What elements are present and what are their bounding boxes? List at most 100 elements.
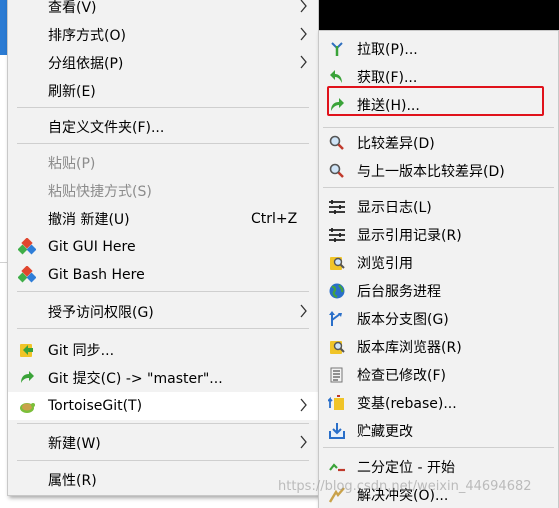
submenu-item-diff-previous[interactable]: 与上一版本比较差异(D) bbox=[319, 157, 558, 185]
repo-browser-icon bbox=[330, 341, 345, 354]
menu-separator bbox=[323, 447, 554, 448]
reflog-icon bbox=[329, 228, 345, 242]
menu-item-paste-shortcut[interactable]: 粘贴快捷方式(S) bbox=[8, 177, 318, 205]
submenu-item-check-modifications[interactable]: 检查已修改(F) bbox=[319, 361, 558, 389]
pull-icon bbox=[331, 42, 343, 56]
menu-item-label: Git 同步... bbox=[48, 343, 115, 359]
submenu-item-label: 变基(rebase)... bbox=[357, 396, 457, 412]
chevron-right-icon bbox=[300, 55, 307, 69]
background-window-edge bbox=[0, 0, 7, 55]
submenu-item-label: 获取(F)... bbox=[357, 70, 418, 86]
menu-item-label: Git GUI Here bbox=[48, 239, 136, 255]
submenu-item-label: 版本库浏览器(R) bbox=[357, 340, 462, 356]
submenu-item-label: 版本分支图(G) bbox=[357, 312, 449, 328]
menu-separator bbox=[17, 143, 309, 144]
submenu-item-reflog[interactable]: 显示引用记录(R) bbox=[319, 221, 558, 249]
menu-separator bbox=[323, 187, 554, 188]
context-menu: 查看(V) 排序方式(O) 分组依据(P) 刷新(E) 自定义文件夹(F)...… bbox=[7, 0, 319, 496]
submenu-item-label: 检查已修改(F) bbox=[357, 368, 446, 384]
submenu-item-browse-refs[interactable]: 浏览引用 bbox=[319, 249, 558, 277]
background-window-fragment bbox=[0, 262, 7, 322]
log-icon bbox=[329, 200, 345, 214]
menu-item-label: 查看(V) bbox=[48, 0, 97, 16]
submenu-item-label: 显示日志(L) bbox=[357, 200, 432, 216]
menu-item-paste[interactable]: 粘贴(P) bbox=[8, 149, 318, 177]
menu-separator bbox=[17, 423, 309, 424]
menu-item-undo-new[interactable]: 撤消 新建(U) Ctrl+Z bbox=[8, 205, 318, 233]
menu-item-properties[interactable]: 属性(R) bbox=[8, 466, 318, 494]
menu-item-label: 属性(R) bbox=[48, 473, 97, 489]
menu-item-label: Git 提交(C) -> "master"... bbox=[48, 371, 223, 387]
submenu-item-bisect-start[interactable]: 二分定位 - 开始 bbox=[319, 453, 558, 481]
tortoisegit-icon bbox=[20, 403, 35, 413]
git-bash-icon bbox=[18, 266, 36, 283]
menu-item-label: Git Bash Here bbox=[48, 267, 145, 283]
check-modifications-icon bbox=[330, 367, 343, 383]
menu-item-sort-by[interactable]: 排序方式(O) bbox=[8, 21, 318, 49]
submenu-item-revision-graph[interactable]: 版本分支图(G) bbox=[319, 305, 558, 333]
menu-item-new[interactable]: 新建(W) bbox=[8, 429, 318, 457]
menu-item-label: 自定义文件夹(F)... bbox=[48, 120, 165, 136]
menu-item-git-commit[interactable]: Git 提交(C) -> "master"... bbox=[8, 364, 318, 392]
menu-separator bbox=[17, 107, 309, 108]
menu-item-grant-access[interactable]: 授予访问权限(G) bbox=[8, 298, 318, 326]
git-commit-icon bbox=[21, 371, 34, 383]
menu-item-group-by[interactable]: 分组依据(P) bbox=[8, 49, 318, 77]
menu-item-git-sync[interactable]: Git 同步... bbox=[8, 336, 318, 364]
submenu-item-stash[interactable]: 贮藏更改 bbox=[319, 417, 558, 445]
magnifier-icon bbox=[329, 135, 344, 150]
menu-separator bbox=[323, 127, 554, 128]
menu-item-view[interactable]: 查看(V) bbox=[8, 0, 318, 21]
rebase-icon bbox=[328, 395, 344, 410]
submenu-item-rebase[interactable]: 变基(rebase)... bbox=[319, 389, 558, 417]
menu-item-tortoisegit[interactable]: TortoiseGit(T) bbox=[8, 392, 318, 420]
menu-item-label: 粘贴快捷方式(S) bbox=[48, 184, 152, 200]
submenu-item-diff[interactable]: 比较差异(D) bbox=[319, 129, 558, 157]
bisect-icon bbox=[329, 463, 345, 472]
submenu-item-label: 二分定位 - 开始 bbox=[357, 460, 455, 476]
submenu-item-label: 拉取(P)... bbox=[357, 42, 418, 58]
submenu-item-repo-browser[interactable]: 版本库浏览器(R) bbox=[319, 333, 558, 361]
submenu-item-label: 后台服务进程 bbox=[357, 284, 441, 300]
menu-item-refresh[interactable]: 刷新(E) bbox=[8, 77, 318, 105]
chevron-right-icon bbox=[300, 398, 307, 412]
chevron-right-icon bbox=[300, 0, 307, 13]
git-sync-icon bbox=[20, 344, 33, 357]
submenu-item-label: 与上一版本比较差异(D) bbox=[357, 164, 505, 180]
magnifier-icon bbox=[329, 163, 344, 178]
menu-item-label: 新建(W) bbox=[48, 436, 101, 452]
menu-separator bbox=[17, 328, 309, 329]
menu-item-label: 粘贴(P) bbox=[48, 156, 96, 172]
submenu-item-pull[interactable]: 拉取(P)... bbox=[319, 35, 558, 63]
submenu-item-show-log[interactable]: 显示日志(L) bbox=[319, 193, 558, 221]
chevron-right-icon bbox=[300, 304, 307, 318]
menu-item-customize-folder[interactable]: 自定义文件夹(F)... bbox=[8, 113, 318, 141]
menu-item-label: 分组依据(P) bbox=[48, 56, 124, 72]
menu-item-git-gui-here[interactable]: Git GUI Here bbox=[8, 233, 318, 261]
submenu-item-label: 比较差异(D) bbox=[357, 136, 435, 152]
highlight-annotation-box bbox=[327, 86, 544, 116]
submenu-item-label: 显示引用记录(R) bbox=[357, 228, 462, 244]
submenu-item-label: 贮藏更改 bbox=[357, 424, 413, 440]
revision-graph-icon bbox=[329, 311, 342, 326]
browse-refs-icon bbox=[330, 257, 345, 270]
submenu-item-label: 浏览引用 bbox=[357, 256, 413, 272]
menu-item-label: 撤消 新建(U) bbox=[48, 212, 130, 228]
chevron-right-icon bbox=[300, 435, 307, 449]
menu-item-label: 排序方式(O) bbox=[48, 28, 126, 44]
git-gui-icon bbox=[18, 238, 36, 255]
menu-item-label: 授予访问权限(G) bbox=[48, 305, 154, 321]
menu-separator bbox=[17, 291, 309, 292]
chevron-right-icon bbox=[300, 27, 307, 41]
stash-icon bbox=[329, 423, 345, 439]
submenu-item-daemon[interactable]: 后台服务进程 bbox=[319, 277, 558, 305]
menu-item-git-bash-here[interactable]: Git Bash Here bbox=[8, 261, 318, 289]
menu-item-shortcut: Ctrl+Z bbox=[251, 211, 298, 227]
menu-item-label: TortoiseGit(T) bbox=[48, 398, 143, 414]
menu-separator bbox=[17, 460, 309, 461]
fetch-icon bbox=[330, 70, 342, 83]
globe-icon bbox=[329, 283, 345, 299]
watermark: https://blog.csdn.net/weixin_44694682 bbox=[278, 479, 532, 494]
menu-item-label: 刷新(E) bbox=[48, 84, 96, 100]
background-dark-area bbox=[318, 0, 559, 30]
